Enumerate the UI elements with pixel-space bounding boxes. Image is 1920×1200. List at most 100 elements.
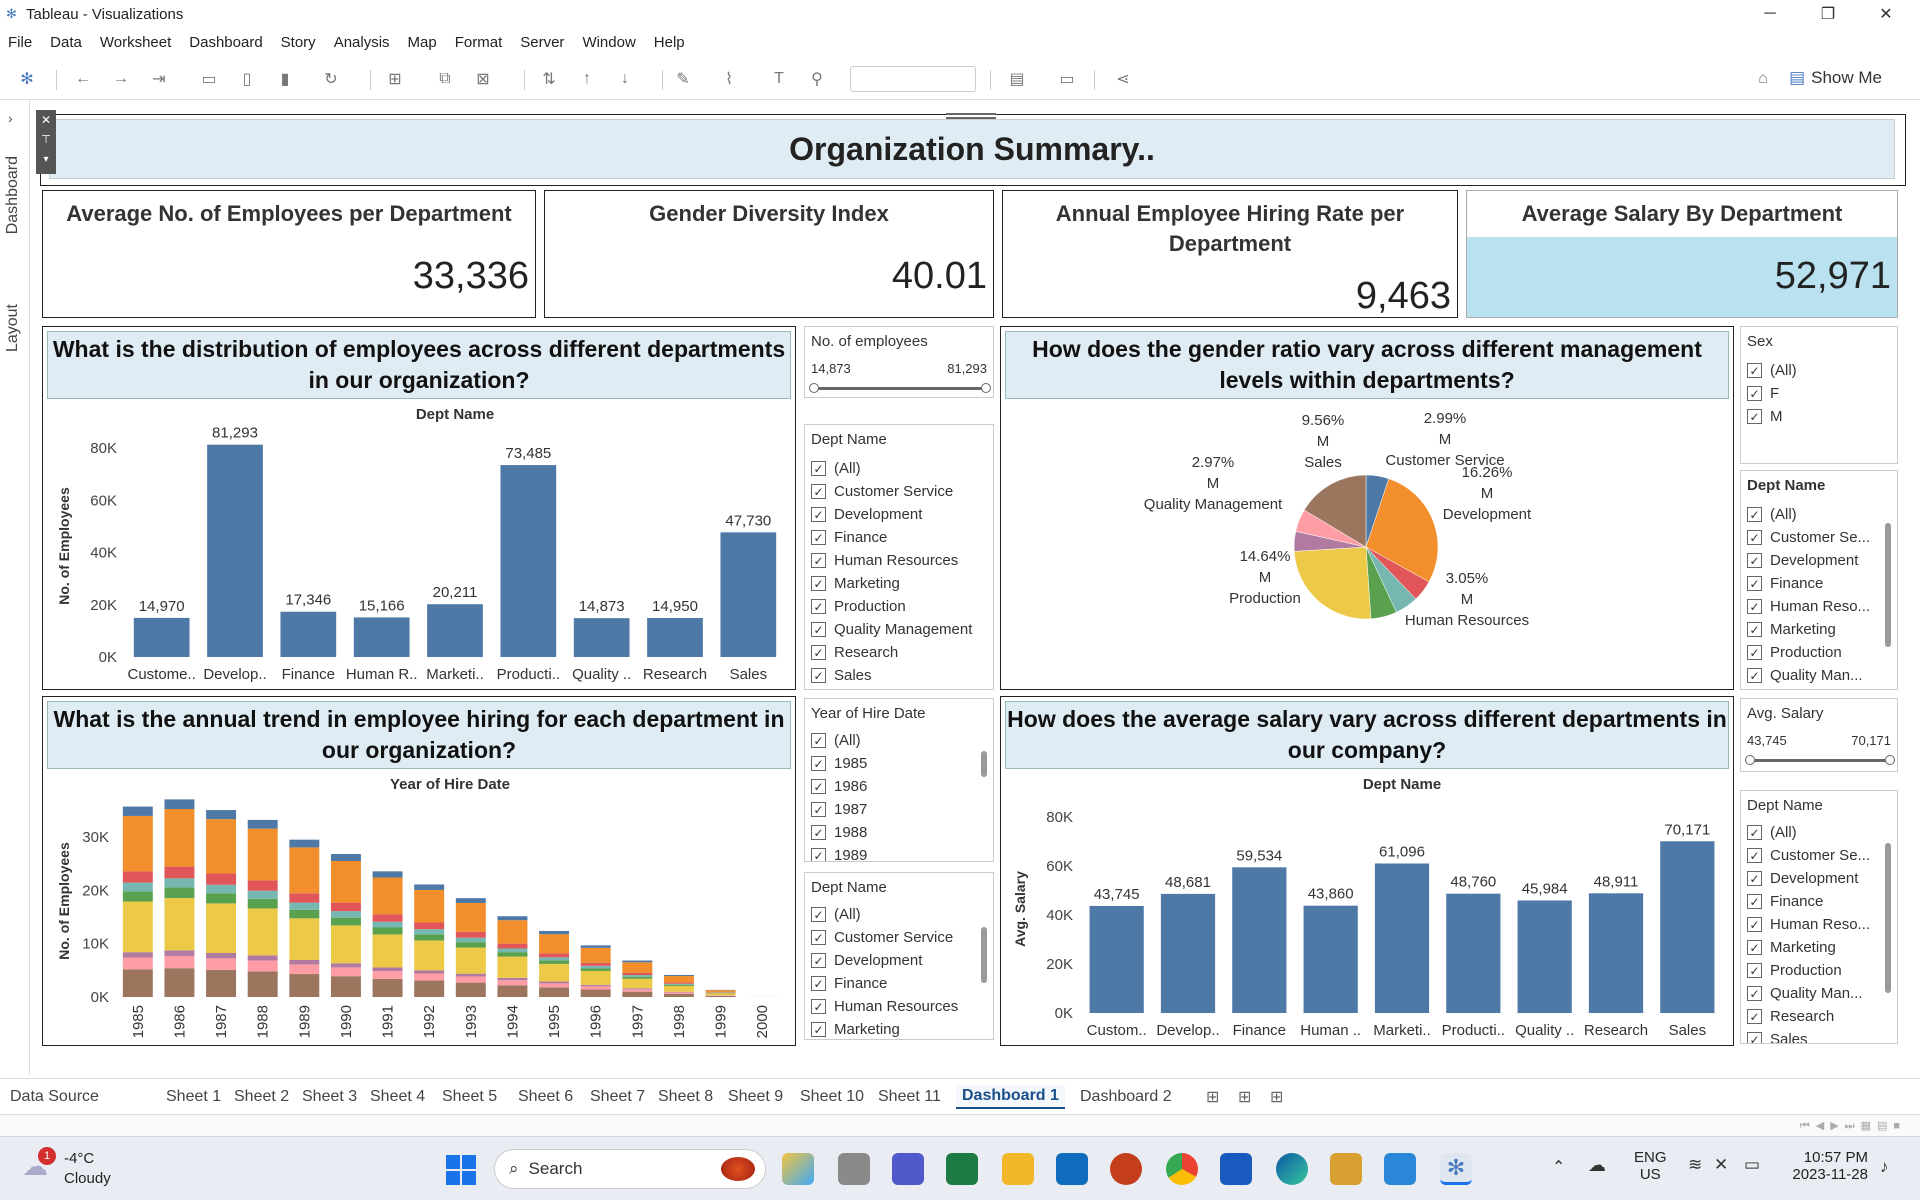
stacked-bar-segment[interactable] xyxy=(622,962,653,973)
sheet-tab[interactable]: Sheet 4 xyxy=(364,1085,431,1109)
weather-desc[interactable]: Cloudy xyxy=(64,1170,111,1187)
stacked-bar-segment[interactable] xyxy=(164,878,195,888)
stacked-bar-segment[interactable] xyxy=(539,930,570,935)
undo-icon[interactable]: ← xyxy=(72,68,94,90)
checkbox-icon[interactable]: ✓ xyxy=(1747,917,1762,932)
filter-checkbox-item[interactable]: ✓ Quality Management xyxy=(811,618,972,641)
stacked-bar-segment[interactable] xyxy=(330,902,361,912)
redo-icon[interactable]: → xyxy=(110,68,132,90)
filter-checkbox-item[interactable]: ✓ (All) xyxy=(1747,821,1797,844)
filter-checkbox-item[interactable]: ✓ Human Resources xyxy=(811,549,958,572)
bar[interactable] xyxy=(720,532,777,657)
stacked-bar-segment[interactable] xyxy=(622,976,653,979)
filter-checkbox-item[interactable]: ✓ Customer Se... xyxy=(1747,844,1870,867)
filter-checkbox-item[interactable]: ✓ 1985 xyxy=(811,752,867,775)
checkbox-icon[interactable]: ✓ xyxy=(811,756,826,771)
stacked-bar-segment[interactable] xyxy=(372,914,403,922)
stacked-bar-segment[interactable] xyxy=(414,980,445,997)
onedrive-icon[interactable]: ☁ xyxy=(1588,1155,1606,1176)
range-slider-max-handle[interactable] xyxy=(1885,755,1895,765)
stacked-bar-segment[interactable] xyxy=(580,965,611,969)
stacked-bar-segment[interactable] xyxy=(289,964,320,975)
checkbox-icon[interactable]: ✓ xyxy=(1747,622,1762,637)
checkbox-icon[interactable]: ✓ xyxy=(1747,576,1762,591)
checkbox-icon[interactable]: ✓ xyxy=(1747,386,1762,401)
object-handle[interactable]: ✕ ⊤ ▾ xyxy=(36,110,56,174)
stacked-bar-segment[interactable] xyxy=(206,810,237,820)
sort-desc-icon[interactable]: ↓ xyxy=(614,68,636,90)
sort-asc-icon[interactable]: ↑ xyxy=(576,68,598,90)
stacked-bar-segment[interactable] xyxy=(497,952,528,957)
tableau-home-icon[interactable]: ✻ xyxy=(16,68,38,90)
checkbox-icon[interactable]: ✓ xyxy=(811,599,826,614)
filter-checkbox-item[interactable]: ✓ Development xyxy=(811,949,922,972)
stacked-bar-segment[interactable] xyxy=(622,972,653,976)
checkbox-icon[interactable]: ✓ xyxy=(811,733,826,748)
stacked-bar-segment[interactable] xyxy=(539,960,570,964)
stacked-bar-segment[interactable] xyxy=(539,963,570,982)
filter-checkbox-item[interactable]: ✓ (All) xyxy=(811,903,861,926)
group-icon[interactable]: ⌇ xyxy=(718,68,740,90)
stacked-bar-segment[interactable] xyxy=(122,952,153,958)
stacked-bar-segment[interactable] xyxy=(622,989,653,992)
show-cards-icon[interactable]: ▤ xyxy=(1006,68,1028,90)
sheet-tab[interactable]: Sheet 6 xyxy=(512,1085,579,1109)
stacked-bar-segment[interactable] xyxy=(206,958,237,970)
stacked-bar-segment[interactable] xyxy=(330,911,361,918)
checkbox-icon[interactable]: ✓ xyxy=(811,953,826,968)
gender-pie-chart[interactable]: 2.99%MCustomer Service16.26%MDevelopment… xyxy=(1001,401,1731,687)
filter-checkbox-item[interactable]: ✓ 1989 xyxy=(811,844,867,861)
checkbox-icon[interactable]: ✓ xyxy=(1747,871,1762,886)
filter-checkbox-item[interactable]: ✓ Production xyxy=(811,595,906,618)
menu-story[interactable]: Story xyxy=(281,34,316,51)
stacked-bar-segment[interactable] xyxy=(663,976,694,983)
checkbox-icon[interactable]: ✓ xyxy=(811,848,826,861)
menu-worksheet[interactable]: Worksheet xyxy=(100,34,171,51)
checkbox-icon[interactable]: ✓ xyxy=(811,553,826,568)
filter-checkbox-item[interactable]: ✓ Marketing xyxy=(811,1018,900,1039)
volume-muted-icon[interactable]: ✕ xyxy=(1714,1155,1728,1175)
stacked-bar-segment[interactable] xyxy=(206,893,237,904)
checkbox-icon[interactable]: ✓ xyxy=(1747,986,1762,1001)
checkbox-icon[interactable]: ✓ xyxy=(811,484,826,499)
checkbox-icon[interactable]: ✓ xyxy=(811,1022,826,1037)
stacked-bar-segment[interactable] xyxy=(372,921,403,928)
menu-format[interactable]: Format xyxy=(455,34,503,51)
checkbox-icon[interactable]: ✓ xyxy=(811,999,826,1014)
stacked-bar-segment[interactable] xyxy=(122,901,153,953)
stacked-bar-segment[interactable] xyxy=(164,968,195,997)
stacked-bar-segment[interactable] xyxy=(164,809,195,867)
checkbox-icon[interactable]: ✓ xyxy=(1747,1009,1762,1024)
checkbox-icon[interactable]: ✓ xyxy=(811,825,826,840)
checkbox-icon[interactable]: ✓ xyxy=(811,930,826,945)
bar[interactable] xyxy=(1303,905,1358,1013)
stacked-bar-segment[interactable] xyxy=(497,977,528,981)
stacked-bar-segment[interactable] xyxy=(206,953,237,959)
sheet-tab[interactable]: Sheet 7 xyxy=(584,1085,651,1109)
stacked-bar-segment[interactable] xyxy=(122,815,153,872)
stacked-bar-segment[interactable] xyxy=(539,934,570,954)
stacked-bar-segment[interactable] xyxy=(580,945,611,948)
powerpoint-app-icon[interactable] xyxy=(1110,1153,1142,1185)
stacked-bar-segment[interactable] xyxy=(663,992,694,994)
filter-checkbox-item[interactable]: ✓ Finance xyxy=(1747,890,1823,913)
stacked-bar-segment[interactable] xyxy=(539,981,570,984)
stacked-bar-segment[interactable] xyxy=(164,898,195,951)
close-button[interactable]: ✕ xyxy=(1858,0,1914,28)
filter-checkbox-item[interactable]: ✓ Sales xyxy=(811,664,872,687)
hiring-stacked-bar-chart[interactable]: Year of Hire Date No. of Employees 0K 10K 20… xyxy=(43,771,793,1043)
menu-server[interactable]: Server xyxy=(520,34,564,51)
stacked-bar-segment[interactable] xyxy=(122,882,153,892)
stacked-bar-segment[interactable] xyxy=(497,948,528,953)
filter-checkbox-item[interactable]: ✓ Marketing xyxy=(1747,618,1836,641)
stacked-bar-segment[interactable] xyxy=(330,925,361,964)
file-explorer-icon[interactable] xyxy=(1002,1153,1034,1185)
sheet-tab[interactable]: Dashboard 1 xyxy=(956,1085,1065,1109)
sheet-tab[interactable]: Sheet 2 xyxy=(228,1085,295,1109)
stacked-bar-segment[interactable] xyxy=(580,986,611,990)
stacked-bar-segment[interactable] xyxy=(330,963,361,968)
stacked-bar-segment[interactable] xyxy=(497,943,528,949)
clear-icon[interactable]: ⊠ xyxy=(472,68,494,90)
chrome-app-icon[interactable] xyxy=(1166,1153,1198,1185)
filter-checkbox-item[interactable]: ✓ Production xyxy=(1747,959,1842,982)
